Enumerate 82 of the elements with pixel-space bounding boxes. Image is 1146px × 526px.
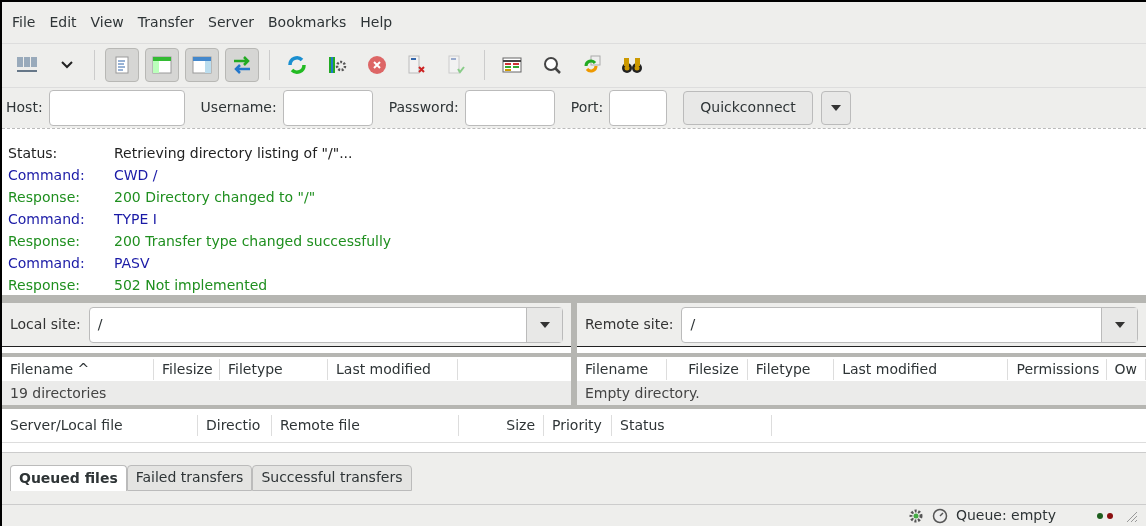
- path-dropdown-button[interactable]: [1101, 307, 1137, 342]
- quickconnect-dropdown-button[interactable]: [820, 90, 851, 125]
- log-type: Status:: [7, 144, 59, 164]
- column-header[interactable]: Size: [459, 415, 544, 437]
- quickconnect-input[interactable]: [464, 89, 555, 126]
- file-list-summary: 19 directories: [9, 384, 108, 404]
- window-pane-icon: [152, 56, 172, 75]
- log-message: Retrieving directory listing of "/"...: [114, 144, 353, 164]
- quickconnect-input[interactable]: [282, 89, 373, 126]
- field-label: Password:: [388, 98, 459, 118]
- log-message: CWD /: [114, 166, 158, 186]
- sync-icon: [582, 55, 602, 76]
- queue-status: Queue: empty: [955, 506, 1056, 526]
- document-x-icon: [408, 55, 426, 76]
- queue-tab[interactable]: Successful transfers: [252, 464, 412, 491]
- path-value: /: [96, 315, 104, 335]
- caret-icon: [830, 104, 841, 111]
- caret-icon: [1114, 321, 1125, 328]
- quickconnect-input[interactable]: [609, 89, 668, 126]
- column-header[interactable]: Permissions: [1008, 358, 1107, 380]
- log-message: PASV: [114, 254, 150, 274]
- cancel-icon: [367, 55, 387, 76]
- menu-item[interactable]: Transfer: [131, 12, 201, 34]
- path-value: /: [689, 315, 697, 335]
- table-icon: [502, 57, 522, 74]
- log-type: Response:: [7, 188, 81, 208]
- column-header[interactable]: Status: [612, 415, 772, 437]
- site-label: Local site:: [10, 315, 81, 335]
- menu-item[interactable]: Bookmarks: [262, 12, 353, 34]
- quickconnect-button[interactable]: Quickconnect: [683, 90, 813, 125]
- column-header[interactable]: Last modified: [834, 358, 1009, 380]
- column-header[interactable]: Filetype: [747, 358, 835, 380]
- log-type: Command:: [7, 210, 86, 230]
- filter-gear-icon: [327, 55, 347, 76]
- log-message: TYPE I: [114, 210, 157, 230]
- splitter-bar[interactable]: [2, 347, 571, 358]
- column-header[interactable]: Ow: [1106, 358, 1146, 380]
- column-header[interactable]: Filesize: [667, 358, 748, 380]
- column-header[interactable]: Last modified: [328, 358, 458, 380]
- field-label: Host:: [6, 98, 43, 118]
- column-header[interactable]: Filename: [577, 358, 668, 380]
- column-header[interactable]: Priority: [544, 415, 612, 437]
- window-pane-icon: [192, 56, 212, 75]
- log-message: 502 Not implemented: [114, 276, 268, 296]
- log-type: Response:: [7, 232, 81, 252]
- column-header[interactable]: Filename ^: [2, 358, 154, 380]
- chevron-down-icon: [61, 61, 73, 70]
- column-header[interactable]: Remote file: [272, 415, 459, 437]
- log-message: 200 Directory changed to "/": [114, 188, 316, 208]
- caret-icon: [539, 321, 550, 328]
- column-header[interactable]: Filesize: [154, 358, 220, 380]
- refresh-icon: [287, 55, 307, 76]
- log-type: Command:: [7, 254, 86, 274]
- log-message: 200 Transfer type changed successfully: [114, 232, 392, 252]
- quickconnect-input[interactable]: [48, 89, 185, 126]
- field-label: Port:: [570, 98, 604, 118]
- log-type: Command:: [7, 166, 86, 186]
- menu-item[interactable]: View: [84, 12, 130, 34]
- queue-tab[interactable]: Failed transfers: [126, 464, 253, 491]
- activity-lights-icon: [1096, 511, 1116, 520]
- search-icon: [542, 55, 562, 76]
- menu-item[interactable]: File: [6, 12, 42, 34]
- queue-tab[interactable]: Queued files: [10, 464, 127, 491]
- splitter-bar[interactable]: [577, 347, 1146, 358]
- path-field[interactable]: /: [681, 306, 1138, 343]
- gear-icon: [907, 507, 924, 524]
- binoculars-icon: [621, 56, 643, 75]
- site-label: Remote site:: [585, 315, 674, 335]
- path-dropdown-button[interactable]: [526, 307, 562, 342]
- log-type: Response:: [7, 276, 81, 296]
- column-header[interactable]: Directio: [198, 415, 272, 437]
- path-field[interactable]: /: [88, 306, 563, 343]
- field-label: Username:: [200, 98, 277, 118]
- transfer-arrows-icon: [232, 56, 252, 75]
- column-header[interactable]: Server/Local file: [2, 415, 198, 437]
- column-header[interactable]: Filetype: [220, 358, 328, 380]
- document-check-icon: [448, 55, 466, 76]
- menu-item[interactable]: Help: [354, 12, 399, 34]
- menu-item[interactable]: Server: [202, 12, 260, 34]
- document-icon: [115, 56, 129, 75]
- file-list-summary: Empty directory.: [584, 384, 701, 404]
- menu-item[interactable]: Edit: [43, 12, 83, 34]
